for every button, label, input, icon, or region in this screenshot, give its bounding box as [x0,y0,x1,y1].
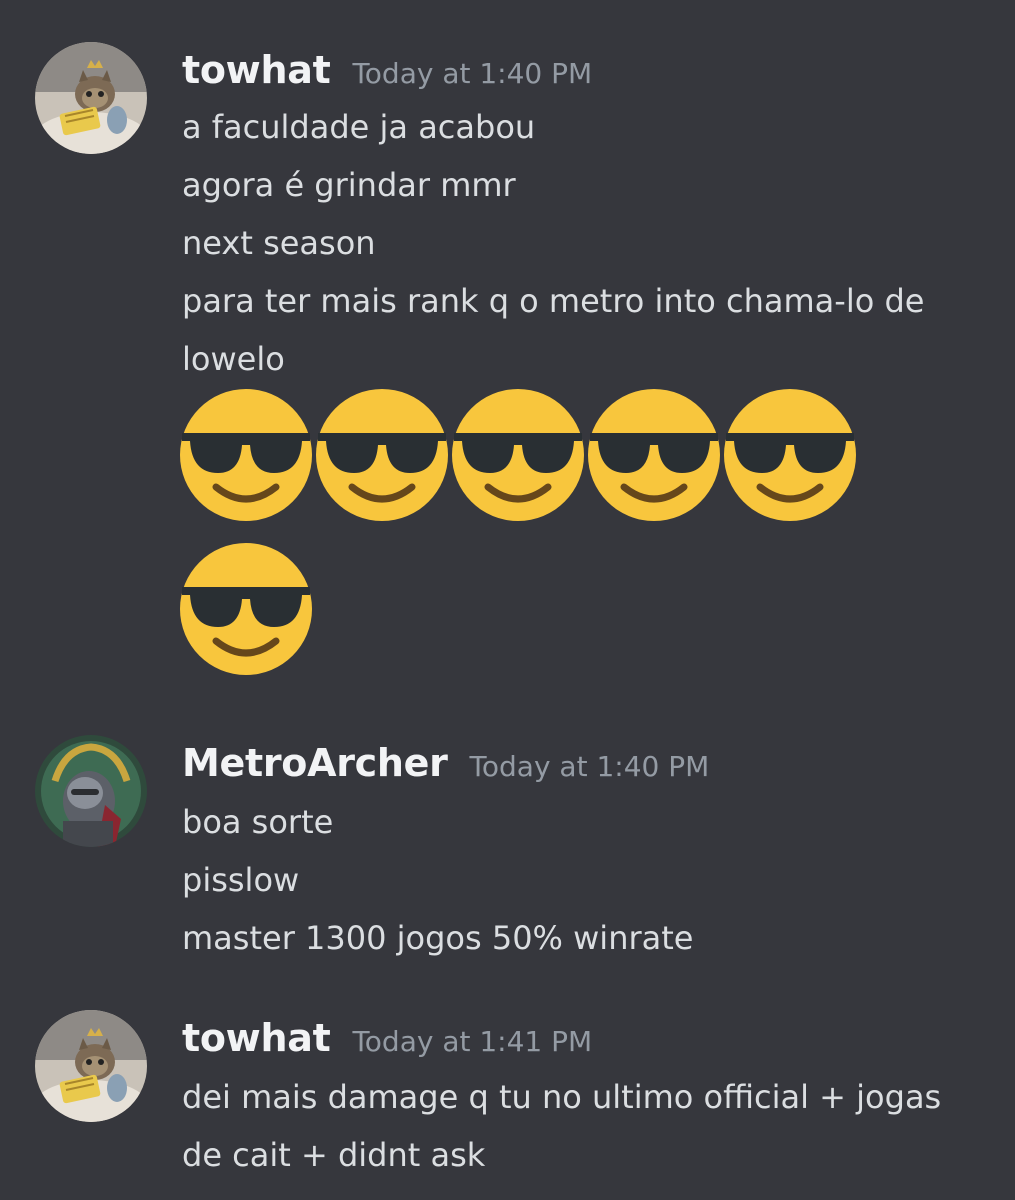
timestamp[interactable]: Today at 1:40 PM [470,750,710,783]
timestamp[interactable]: Today at 1:41 PM [352,1025,592,1058]
sunglasses-emoji-icon[interactable] [314,387,450,523]
sunglasses-emoji-icon[interactable] [178,541,314,677]
username[interactable]: towhat [182,1016,331,1060]
message-content: boa sorte pisslow master 1300 jogos 50% … [182,793,992,967]
cat-avatar-icon[interactable] [35,1010,147,1122]
emoji-row [178,387,858,523]
username[interactable]: MetroArcher [182,741,448,785]
message-line: lowelo [182,340,285,378]
message-line: pisslow [182,861,300,899]
message-line: para ter mais rank q o metro into chama-… [182,282,925,320]
timestamp[interactable]: Today at 1:40 PM [352,57,592,90]
sunglasses-emoji-icon[interactable] [586,387,722,523]
message-line: dei mais damage q tu no ultimo official … [182,1078,942,1116]
message-line: agora é grindar mmr [182,166,516,204]
message-header: MetroArcher Today at 1:40 PM [182,741,709,801]
armored-knight-avatar-icon[interactable] [35,735,147,847]
cat-avatar-icon[interactable] [35,42,147,154]
sunglasses-emoji-icon[interactable] [450,387,586,523]
message-line: a faculdade ja acabou [182,108,536,146]
chat-messages: towhat Today at 1:40 PM a faculdade ja a… [0,0,1015,1200]
username[interactable]: towhat [182,48,331,92]
message-line: boa sorte [182,803,334,841]
sunglasses-emoji-icon[interactable] [178,387,314,523]
sunglasses-emoji-icon[interactable] [722,387,858,523]
message-line: master 1300 jogos 50% winrate [182,919,694,957]
message-header: towhat Today at 1:41 PM [182,1016,592,1076]
message-line: next season [182,224,376,262]
message-content: a faculdade ja acabou agora é grindar mm… [182,98,992,388]
message-content: dei mais damage q tu no ultimo official … [182,1068,992,1184]
emoji-row [178,541,314,677]
message-line: de cait + didnt ask [182,1136,486,1174]
